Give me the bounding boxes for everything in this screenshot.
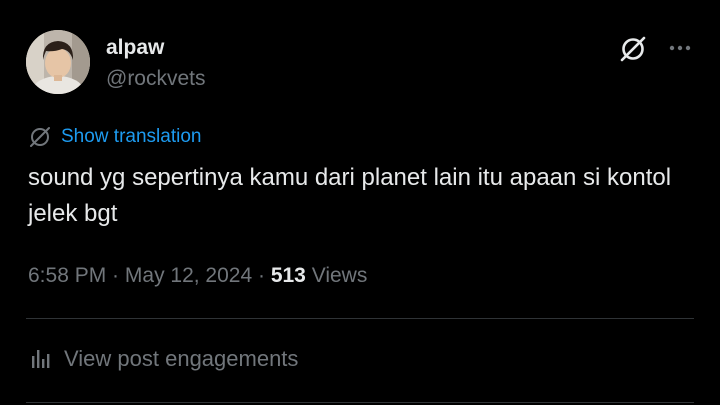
grok-slash-circle-icon	[620, 36, 646, 62]
grok-button[interactable]	[618, 34, 648, 64]
meta-separator: ·	[106, 264, 125, 287]
translate-globe-icon	[30, 127, 50, 147]
show-translation-link[interactable]: Show translation	[61, 126, 201, 148]
views-count: 513	[270, 264, 306, 287]
avatar[interactable]	[26, 30, 90, 94]
analytics-bar-icon	[32, 350, 50, 368]
ellipsis-icon	[669, 45, 691, 51]
translation-row: Show translation	[28, 124, 201, 150]
divider	[26, 402, 694, 403]
view-engagements-button[interactable]: View post engagements	[28, 344, 298, 374]
meta-separator: ·	[252, 264, 271, 287]
post-time[interactable]: 6:58 PM	[28, 264, 106, 288]
views-label: Views	[305, 264, 368, 287]
post-date[interactable]: May 12, 2024	[125, 264, 252, 288]
more-options-button[interactable]	[666, 34, 694, 62]
author-handle[interactable]: @rockvets	[106, 66, 206, 92]
divider	[26, 318, 694, 319]
view-engagements-label: View post engagements	[64, 346, 299, 371]
avatar-image	[26, 30, 90, 94]
post-meta: 6:58 PM · May 12, 2024 · 513 Views	[28, 261, 367, 291]
author-display-name[interactable]: alpaw	[106, 35, 164, 61]
post-text: sound yg sepertinya kamu dari planet lai…	[28, 164, 672, 227]
